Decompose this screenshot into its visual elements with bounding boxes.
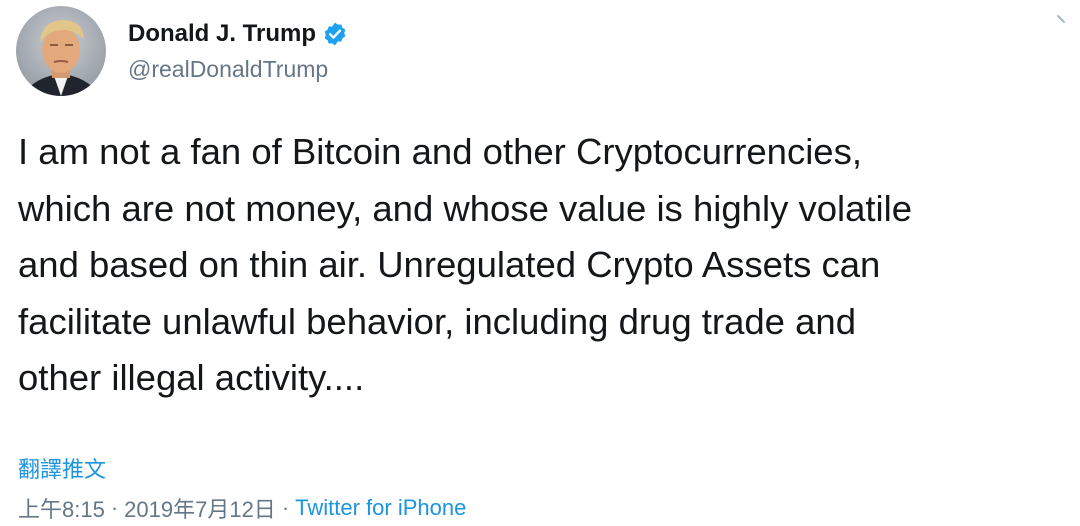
meta-separator: · xyxy=(281,495,290,520)
tweet-text-line: which are not money, and whose value is … xyxy=(18,187,913,229)
author-name-row[interactable]: Donald J. Trump xyxy=(128,18,348,50)
tweet-text-line: other illegal activity.... xyxy=(18,357,365,398)
avatar[interactable] xyxy=(16,6,106,96)
author-display-name[interactable]: Donald J. Trump xyxy=(128,20,316,48)
meta-separator: · xyxy=(110,495,119,520)
tweet-time[interactable]: 上午8:15 xyxy=(18,492,105,524)
tweet-date[interactable]: 2019年7月12日 xyxy=(124,492,276,524)
author-handle[interactable]: @realDonaldTrump xyxy=(128,56,328,83)
tweet-source-link[interactable]: Twitter for iPhone xyxy=(295,495,466,521)
tweet-text: I am not a fan of Bitcoin and other Cryp… xyxy=(18,124,1078,407)
tweet-text-line: and based on thin air. Unregulated Crypt… xyxy=(18,244,881,285)
tweet-text-line: facilitate unlawful behavior, including … xyxy=(18,300,857,342)
verified-badge-icon xyxy=(322,21,348,47)
tweet-text-line: I am not a fan of Bitcoin and other Cryp… xyxy=(18,131,862,172)
tweet-metadata: 上午8:15 · 2019年7月12日 · Twitter for iPhone xyxy=(18,492,466,524)
tweet-card: Donald J. Trump @realDonaldTrump I am no… xyxy=(0,0,1080,526)
avatar-image xyxy=(16,6,106,96)
chevron-down-icon[interactable] xyxy=(1050,10,1074,34)
translate-tweet-link[interactable]: 翻譯推文 xyxy=(18,452,106,484)
